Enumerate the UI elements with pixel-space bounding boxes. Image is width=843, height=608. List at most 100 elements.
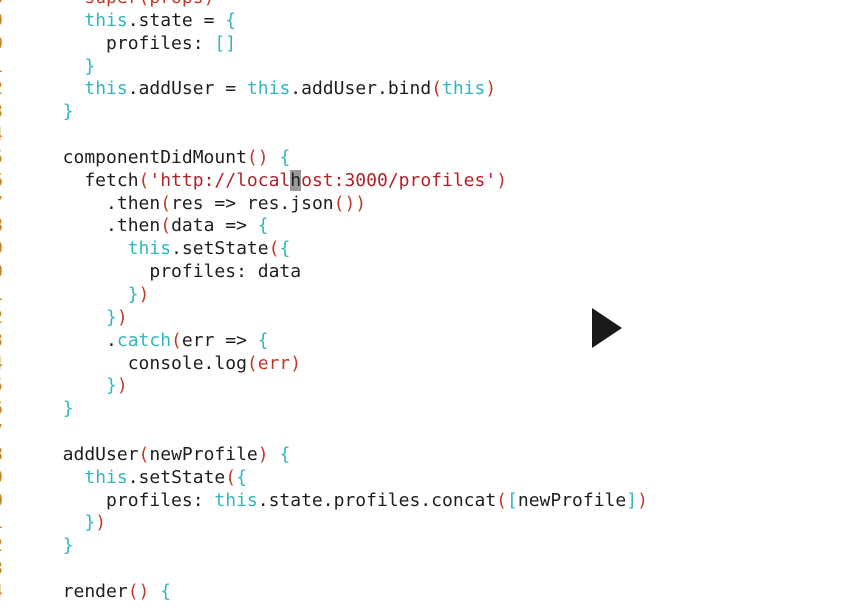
code-token: ( <box>160 215 172 237</box>
code-line[interactable]: 3 .catch(err => { <box>0 330 843 353</box>
line-code: .then(data => { <box>41 215 269 238</box>
code-token: ) <box>116 375 128 397</box>
code-line[interactable]: 4 render() { <box>0 581 843 604</box>
line-code: profiles: [] <box>41 33 236 56</box>
code-token: (props) <box>139 0 215 8</box>
code-line[interactable]: 8 addUser(newProfile) { <box>0 444 843 467</box>
line-code: } <box>41 535 74 558</box>
code-token: err => <box>181 329 258 351</box>
line-code: this.addUser = this.addUser.bind(this) <box>41 78 496 101</box>
code-token: this <box>442 78 486 100</box>
code-token: render <box>41 580 128 602</box>
code-line[interactable]: 4 <box>0 124 843 147</box>
code-token: componentDidMount <box>41 146 247 168</box>
line-number: 5 <box>0 375 3 398</box>
code-token: newProfile <box>517 489 627 511</box>
code-line[interactable]: 5 componentDidMount() { <box>0 147 843 170</box>
line-number: 4 <box>0 353 3 376</box>
line-number: 3 <box>0 330 3 353</box>
code-line[interactable]: 2 } <box>0 535 843 558</box>
code-token: } <box>62 398 74 420</box>
code-line[interactable]: 3 <box>0 558 843 581</box>
code-line[interactable]: 9 this.state = { <box>0 10 843 33</box>
code-token: } <box>84 55 96 77</box>
code-editor[interactable]: 8 super(props)9 this.state = {0 profiles… <box>0 0 843 608</box>
code-token: this <box>84 466 128 488</box>
code-line[interactable]: 6 } <box>0 398 843 421</box>
line-number: 6 <box>0 398 3 421</box>
code-token: { <box>160 580 172 602</box>
line-number: 9 <box>0 467 3 490</box>
line-code: console.log(err) <box>41 353 301 376</box>
line-code: } <box>41 101 74 124</box>
code-token: this <box>84 9 128 31</box>
code-line[interactable]: 9 this.setState({ <box>0 467 843 490</box>
line-number: 0 <box>0 261 3 284</box>
code-line[interactable]: 0 profiles: this.state.profiles.concat([… <box>0 490 843 513</box>
code-line[interactable]: 1 } <box>0 56 843 79</box>
code-line[interactable]: 4 console.log(err) <box>0 353 843 376</box>
line-number: 9 <box>0 238 3 261</box>
code-line[interactable]: 9 this.setState({ <box>0 238 843 261</box>
code-token: data => <box>171 215 258 237</box>
code-line[interactable]: 7 <box>0 421 843 444</box>
line-code: }) <box>41 307 128 330</box>
play-icon[interactable] <box>588 306 628 350</box>
code-token: super <box>84 0 138 8</box>
code-token: ()) <box>333 192 367 214</box>
line-code: }) <box>41 375 128 398</box>
code-token: profiles: data <box>41 261 302 283</box>
code-line[interactable]: 0 profiles: data <box>0 261 843 284</box>
code-token: newProfile <box>149 443 258 465</box>
code-token: } <box>106 306 117 328</box>
code-line[interactable]: 1 }) <box>0 512 843 535</box>
code-token: console.log <box>41 352 247 374</box>
code-line[interactable]: 5 }) <box>0 375 843 398</box>
code-line[interactable]: 8 super(props) <box>0 0 843 10</box>
code-token: this <box>127 238 172 260</box>
code-line[interactable]: 0 profiles: [] <box>0 33 843 56</box>
line-code: addUser(newProfile) { <box>41 443 291 467</box>
code-token: .then <box>41 192 161 214</box>
code-token: .state = <box>127 9 226 31</box>
line-number: 9 <box>0 10 3 33</box>
line-code: this.setState({ <box>41 238 291 261</box>
line-code: fetch('http://localhost:3000/profiles') <box>41 169 507 193</box>
code-token: { <box>236 466 247 488</box>
code-line[interactable]: 1 }) <box>0 284 843 307</box>
line-number: 4 <box>0 124 3 147</box>
code-line[interactable]: 6 fetch('http://localhost:3000/profiles'… <box>0 169 843 193</box>
line-number: 8 <box>0 444 3 467</box>
line-code: } <box>41 56 95 79</box>
code-line[interactable]: 2 this.addUser = this.addUser.bind(this) <box>0 78 843 101</box>
code-token: ( <box>496 489 508 511</box>
code-line[interactable]: 2 }) <box>0 307 843 330</box>
code-line[interactable]: 7 .then(res => res.json()) <box>0 193 843 216</box>
code-token: (err) <box>246 352 302 374</box>
code-token: addUser <box>41 443 139 465</box>
line-number: 4 <box>0 581 3 604</box>
code-token: .state.profiles.concat <box>257 489 497 511</box>
line-code: super(props) <box>41 0 214 10</box>
code-token: ( <box>171 329 182 351</box>
code-token: this <box>246 78 291 100</box>
line-number: 2 <box>0 78 3 101</box>
code-token: .addUser = <box>127 78 247 100</box>
code-line[interactable]: 8 .then(data => { <box>0 215 843 238</box>
line-number: 0 <box>0 490 3 513</box>
text-cursor: h <box>290 169 302 191</box>
code-token: ost:3000/profiles' <box>301 169 497 191</box>
code-line[interactable]: 3 } <box>0 101 843 124</box>
code-token: () <box>127 580 150 602</box>
line-code: profiles: data <box>41 261 301 284</box>
